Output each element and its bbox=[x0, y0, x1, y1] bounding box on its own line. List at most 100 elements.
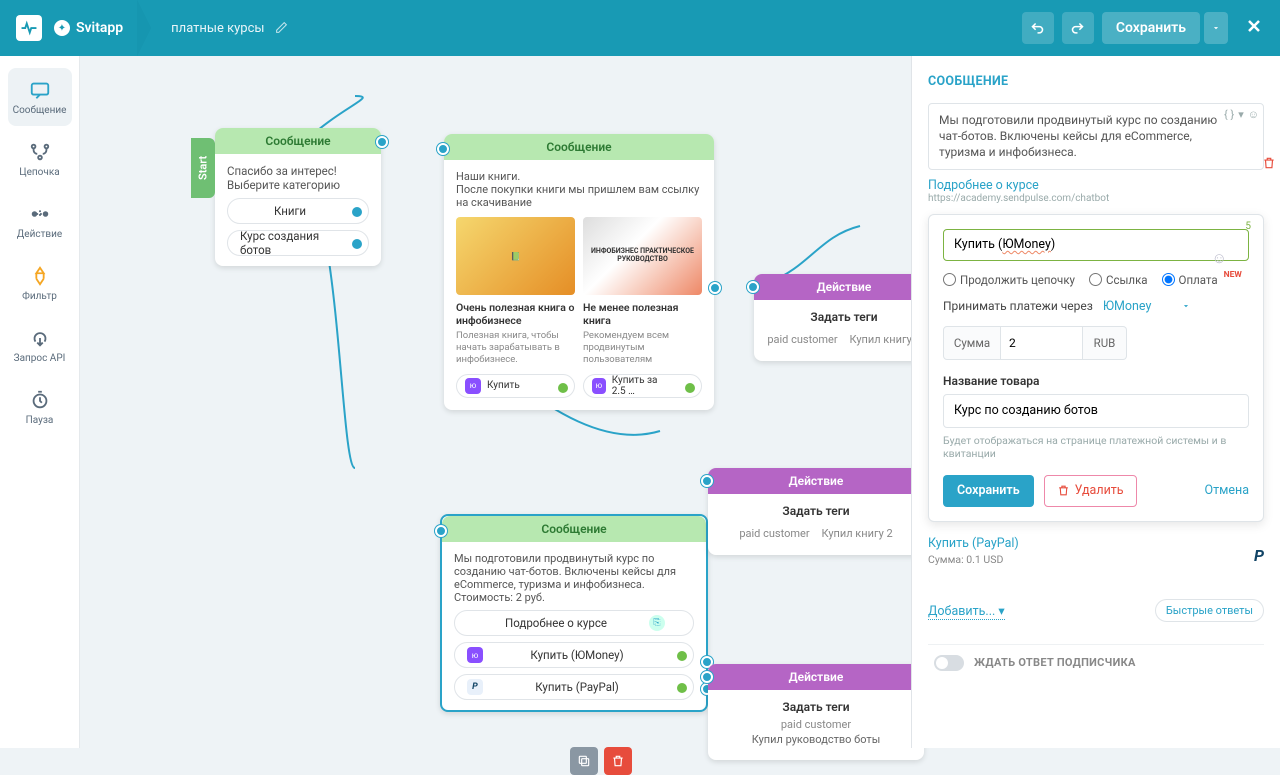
tag-value: paid customer bbox=[767, 333, 837, 346]
save-button[interactable]: Сохранить bbox=[1102, 12, 1200, 44]
node-header: Действие bbox=[754, 274, 934, 300]
amount-label: Сумма bbox=[943, 326, 1001, 360]
node-text: Выберите категорию bbox=[227, 178, 369, 192]
card-subtitle: Полезная книга, чтобы начать зарабатыват… bbox=[456, 330, 575, 366]
paypal-icon: P bbox=[1254, 546, 1264, 565]
flow-title[interactable]: платные курсы bbox=[171, 21, 264, 36]
tool-flow[interactable]: Цепочка bbox=[8, 130, 72, 188]
node-message-course-selected[interactable]: Сообщение Мы подготовили продвинутый кур… bbox=[440, 514, 708, 712]
input-port[interactable] bbox=[437, 143, 449, 155]
save-options-button[interactable] bbox=[1204, 12, 1228, 44]
node-action-tags-2[interactable]: Действие Задать теги paid customer Купил… bbox=[708, 468, 924, 555]
node-start-message[interactable]: Start Сообщение Спасибо за интерес! Выбе… bbox=[215, 128, 381, 266]
caret-down-icon[interactable]: ▾ bbox=[1238, 108, 1244, 123]
tool-message[interactable]: Сообщение bbox=[8, 68, 72, 126]
action-title: Задать теги bbox=[720, 504, 912, 518]
wait-reply-label: ЖДАТЬ ОТВЕТ ПОДПИСЧИКА bbox=[974, 656, 1136, 669]
redo-button[interactable] bbox=[1062, 12, 1094, 44]
tool-filter[interactable]: Фильтр bbox=[8, 254, 72, 312]
action-title: Задать теги bbox=[720, 700, 912, 714]
radio-link[interactable]: Ссылка bbox=[1089, 273, 1148, 287]
paypal-icon: P bbox=[467, 679, 483, 695]
tool-api[interactable]: Запрос API bbox=[8, 316, 72, 374]
radio-payment[interactable]: ОплатаNEW bbox=[1162, 273, 1240, 287]
delete-button[interactable] bbox=[604, 747, 632, 775]
quick-replies-button[interactable]: Быстрые ответы bbox=[1155, 599, 1264, 622]
card-item: 📗 Очень полезная книга о инфобизнесе Пол… bbox=[456, 217, 575, 398]
card-subtitle: Рекомендуем всем продвинутым пользовател… bbox=[583, 330, 702, 366]
node-button-link[interactable]: Подробнее о курсе⎘ bbox=[454, 610, 694, 636]
properties-panel: СООБЩЕНИЕ Мы подготовили продвинутый кур… bbox=[911, 56, 1280, 748]
input-port[interactable] bbox=[701, 475, 713, 487]
amount-input[interactable] bbox=[1001, 326, 1083, 360]
popover-delete-button[interactable]: Удалить bbox=[1044, 475, 1137, 507]
node-action-tags-3[interactable]: Действие Задать теги paid customer Купил… bbox=[708, 664, 924, 760]
link-icon: ⎘ bbox=[649, 615, 665, 631]
node-button[interactable]: Курс создания ботов bbox=[227, 230, 369, 256]
tool-label: Действие bbox=[17, 229, 62, 240]
duplicate-button[interactable] bbox=[570, 747, 598, 775]
pay-via-label: Принимать платежи через bbox=[943, 299, 1093, 313]
node-header: Сообщение bbox=[444, 134, 714, 160]
wait-reply-toggle[interactable] bbox=[934, 655, 964, 671]
output-port[interactable] bbox=[376, 136, 388, 148]
tool-label: Пауза bbox=[26, 415, 54, 426]
messenger-icon: ✦ bbox=[54, 20, 70, 36]
popover-save-button[interactable]: Сохранить bbox=[943, 475, 1034, 507]
node-header: Действие bbox=[708, 664, 924, 690]
tag-value: paid customer bbox=[720, 718, 912, 731]
delete-block-icon[interactable] bbox=[1262, 156, 1276, 174]
message-textarea[interactable]: Мы подготовили продвинутый курс по созда… bbox=[928, 103, 1264, 170]
product-name-input[interactable] bbox=[943, 394, 1249, 428]
node-action-tags-1[interactable]: Действие Задать теги paid customer Купил… bbox=[754, 274, 934, 361]
tool-action[interactable]: Действие bbox=[8, 192, 72, 250]
card-image: ИНФОБИЗНЕС ПРАКТИЧЕСКОЕ РУКОВОДСТВО bbox=[583, 217, 702, 295]
button-row-link[interactable]: Подробнее о курсе bbox=[928, 178, 1264, 193]
breadcrumb-separator bbox=[137, 0, 157, 56]
currency-label: RUB bbox=[1083, 326, 1127, 360]
input-port[interactable] bbox=[435, 525, 447, 537]
product-name-label: Название товара bbox=[943, 374, 1249, 388]
input-port[interactable] bbox=[747, 281, 759, 293]
bot-name[interactable]: Svitapp bbox=[76, 20, 123, 36]
node-text: Мы подготовили продвинутый курс по созда… bbox=[454, 552, 694, 604]
tool-pause[interactable]: Пауза bbox=[8, 378, 72, 436]
topbar: ✦ Svitapp платные курсы Сохранить bbox=[0, 0, 1280, 56]
card-item: ИНФОБИЗНЕС ПРАКТИЧЕСКОЕ РУКОВОДСТВО Не м… bbox=[583, 217, 702, 398]
yoomoney-icon: ю bbox=[467, 647, 483, 663]
node-header: Сообщение bbox=[215, 128, 381, 154]
input-port[interactable] bbox=[701, 671, 713, 683]
vars-icon[interactable]: { } bbox=[1224, 108, 1234, 123]
tool-label: Фильтр bbox=[22, 291, 57, 302]
close-button[interactable] bbox=[1244, 16, 1264, 40]
radio-continue[interactable]: Продолжить цепочку bbox=[943, 273, 1075, 287]
card-buy-button[interactable]: юКупить за 2.5 … bbox=[583, 374, 702, 398]
emoji-icon[interactable]: ☺ bbox=[1248, 108, 1259, 123]
node-message-books[interactable]: Сообщение Наши книги. После покупки книг… bbox=[444, 134, 714, 410]
node-header: Действие bbox=[708, 468, 924, 494]
panel-title: СООБЩЕНИЕ bbox=[928, 74, 1264, 89]
emoji-icon[interactable]: ☺ bbox=[1212, 249, 1227, 267]
node-text: Наши книги. После покупки книги мы пришл… bbox=[456, 170, 702, 209]
node-text: Спасибо за интерес! bbox=[227, 164, 369, 178]
node-button-pay-yoomoney[interactable]: юКупить (ЮMoney) bbox=[454, 642, 694, 668]
add-element-link[interactable]: Добавить... ▾ bbox=[928, 603, 1005, 620]
node-button-pay-paypal[interactable]: PКупить (PayPal) bbox=[454, 674, 694, 700]
new-badge: NEW bbox=[1224, 270, 1242, 280]
node-button[interactable]: Книги bbox=[227, 198, 369, 224]
payment-provider-select[interactable]: ЮMoney bbox=[1103, 299, 1192, 314]
card-image: 📗 bbox=[456, 217, 575, 295]
button-row-paypal[interactable]: Купить (PayPal) Сумма: 0.1 USD P bbox=[928, 536, 1264, 566]
popover-cancel-link[interactable]: Отмена bbox=[1204, 483, 1249, 498]
app-logo[interactable] bbox=[16, 15, 42, 41]
tool-label: Сообщение bbox=[13, 105, 67, 116]
yoomoney-icon: ю bbox=[465, 378, 481, 394]
card-buy-button[interactable]: юКупить bbox=[456, 374, 575, 398]
button-label-input[interactable]: Купить (ЮMoney) bbox=[943, 229, 1249, 261]
tool-label: Цепочка bbox=[19, 167, 59, 178]
output-port[interactable] bbox=[709, 282, 721, 294]
undo-button[interactable] bbox=[1022, 12, 1054, 44]
yoomoney-icon: ю bbox=[592, 378, 606, 394]
card-title: Очень полезная книга о инфобизнесе bbox=[456, 301, 575, 327]
edit-title-icon[interactable] bbox=[275, 19, 288, 38]
